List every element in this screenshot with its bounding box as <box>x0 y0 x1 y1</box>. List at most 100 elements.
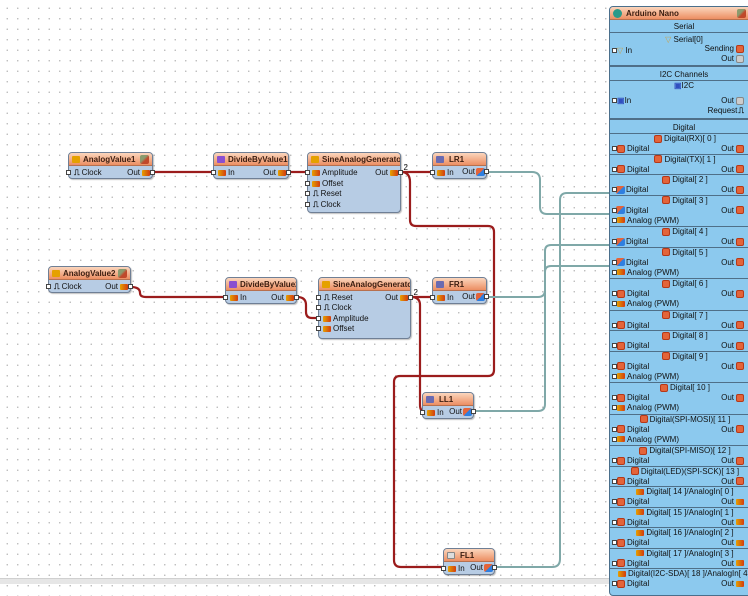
digital-in-pin[interactable] <box>612 166 617 172</box>
in-pin[interactable] <box>430 295 435 300</box>
out-pin[interactable] <box>286 170 291 175</box>
data-icon <box>736 54 744 63</box>
pin-header: Digital[ 16 ]/AnalogIn[ 2 ] <box>610 528 748 538</box>
analog-in-pin[interactable] <box>612 405 617 410</box>
amplitude-pin[interactable] <box>305 170 310 175</box>
offset-pin[interactable] <box>305 181 310 186</box>
pin-label: Offset <box>333 324 355 333</box>
out-pin[interactable] <box>408 295 413 300</box>
digital-in-pin[interactable] <box>612 426 617 432</box>
pin-label: Analog (PWM) <box>627 371 680 381</box>
in-pin[interactable] <box>430 170 435 175</box>
pin-label: Out <box>127 168 140 177</box>
in-pin[interactable] <box>420 410 425 415</box>
tools-icon[interactable] <box>737 9 746 18</box>
digital-icon <box>617 425 625 434</box>
digital-in-pin[interactable] <box>612 363 617 369</box>
out-pin[interactable] <box>484 294 489 299</box>
horizontal-scrollbar[interactable] <box>0 578 609 584</box>
servo-icon <box>436 281 444 288</box>
digital-in-pin[interactable] <box>612 540 617 545</box>
clock-pin[interactable] <box>305 202 310 207</box>
in-pin[interactable] <box>211 170 216 175</box>
clock-icon: ⎍ <box>324 293 330 302</box>
digital-in-pin[interactable] <box>612 519 617 525</box>
out-pin[interactable] <box>294 295 299 300</box>
pin-label: Out <box>721 237 734 246</box>
in-pin[interactable] <box>441 566 446 571</box>
pin-header: Digital[ 2 ] <box>610 175 748 185</box>
analog-icon <box>437 294 445 301</box>
out-pin[interactable] <box>471 409 476 414</box>
pin-label: Digital <box>627 341 650 350</box>
pin-name: Digital(TX)[ 1 ] <box>664 154 716 164</box>
component-arduino-nano[interactable]: Arduino Nano Serial ▽ Serial[0] ▽ In Sen… <box>609 6 748 596</box>
digital-in-pin[interactable] <box>612 560 617 566</box>
out-pin[interactable] <box>484 169 489 174</box>
serial-icon: ▽ <box>665 35 672 44</box>
pin-name: Digital[ 10 ] <box>669 383 711 392</box>
digital-in-pin[interactable] <box>612 239 617 244</box>
component-fl1[interactable]: FL1 In Out <box>441 548 497 575</box>
clock-input-pin[interactable] <box>66 170 71 175</box>
analog-in-pin[interactable] <box>612 301 617 306</box>
out-pin[interactable] <box>150 170 155 175</box>
analog-icon <box>230 294 238 301</box>
digital-in-pin[interactable] <box>612 458 617 463</box>
component-analog-value-2[interactable]: AnalogValue2 ⎍ Clock Out <box>46 266 133 293</box>
component-divide-by-value-1[interactable]: DivideByValue1 In Out <box>211 152 291 179</box>
component-title: FR1 <box>449 280 465 289</box>
data-icon <box>736 96 744 105</box>
pin-name: Digital[ 4 ] <box>672 227 708 236</box>
analog-icon <box>312 180 320 187</box>
analog-in-pin[interactable] <box>612 269 617 275</box>
output-count: 2 <box>403 163 408 172</box>
pin-label: Digital <box>626 205 649 215</box>
clock-icon: ⎍ <box>54 282 60 291</box>
analog-in-pin[interactable] <box>612 373 617 379</box>
in-pin[interactable] <box>223 295 228 300</box>
analog-in-pin[interactable] <box>612 436 617 442</box>
amplitude-pin[interactable] <box>316 316 321 321</box>
analog-value-icon <box>52 270 60 277</box>
offset-pin[interactable] <box>316 326 321 331</box>
digital-in-pin[interactable] <box>612 322 617 328</box>
component-analog-value-1[interactable]: AnalogValue1 ⎍ Clock Out <box>66 152 155 179</box>
reset-pin[interactable] <box>316 295 321 300</box>
digital-in-pin[interactable] <box>612 146 617 151</box>
digital-in-pin[interactable] <box>612 395 617 400</box>
digital-in-pin[interactable] <box>612 499 617 504</box>
digital-in-pin[interactable] <box>612 259 617 265</box>
digital-in-pin[interactable] <box>612 291 617 296</box>
component-ll1[interactable]: LL1 In Out <box>420 392 476 419</box>
component-lr1[interactable]: LR1 In Out <box>430 152 489 179</box>
component-sine-generator-2[interactable]: SineAnalogGenerator2 ⎍Reset ⎍Clock Ampli… <box>316 277 418 339</box>
pin-label: Sending <box>704 44 734 53</box>
pin-label: Out <box>721 257 734 267</box>
tools-icon[interactable] <box>140 155 149 164</box>
analog-in-pin[interactable] <box>612 217 617 223</box>
component-fr1[interactable]: FR1 In Out <box>430 277 489 304</box>
digital-icon <box>617 477 625 486</box>
pin-icon <box>662 248 671 257</box>
pin-label: Clock <box>320 200 341 209</box>
out-pin[interactable] <box>492 565 497 570</box>
clock-pin[interactable] <box>316 305 321 310</box>
pin-label: Out <box>721 164 734 174</box>
digital-in-pin[interactable] <box>612 187 617 192</box>
serial-in-pin[interactable] <box>612 48 617 53</box>
digital-in-pin[interactable] <box>612 207 617 213</box>
clock-input-pin[interactable] <box>46 284 51 289</box>
component-divide-by-value-2[interactable]: DivideByValue2 In Out <box>223 277 299 304</box>
digital-in-pin[interactable] <box>612 343 617 348</box>
pin-label: Digital <box>627 289 650 298</box>
digital-in-pin[interactable] <box>612 478 617 484</box>
i2c-in-pin[interactable] <box>612 98 617 103</box>
out-pin[interactable] <box>128 284 133 289</box>
out-pin[interactable] <box>398 170 403 175</box>
reset-pin[interactable] <box>305 191 310 196</box>
analog-icon <box>437 169 445 176</box>
component-sine-generator-1[interactable]: SineAnalogGenerator1 Amplitude Offset ⎍R… <box>305 152 408 213</box>
tools-icon[interactable] <box>118 269 127 278</box>
pin-icon <box>636 509 645 516</box>
